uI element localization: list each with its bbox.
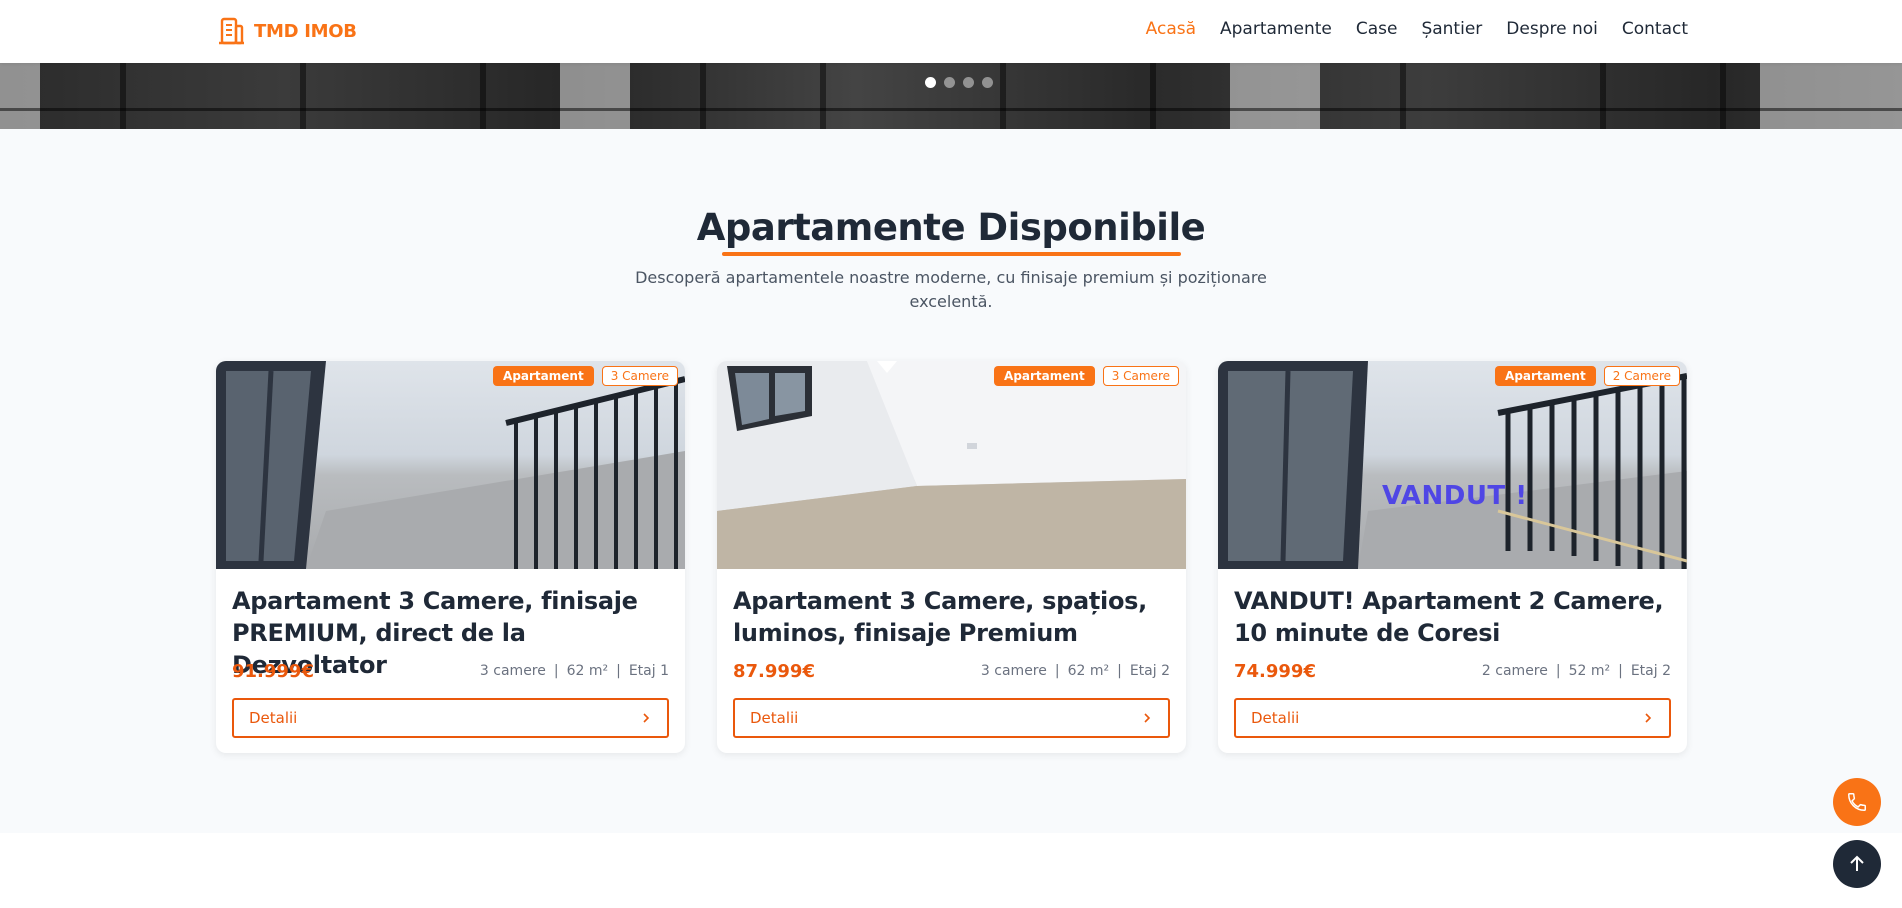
details-button[interactable]: Detalii (733, 698, 1170, 738)
nav-item-despre-noi[interactable]: Despre noi (1506, 19, 1598, 39)
spec-area: 62 m² (566, 663, 609, 679)
scroll-top-button[interactable] (1833, 840, 1881, 888)
brand-name: TMD IMOB (254, 20, 357, 42)
sold-overlay: VANDUT ! (1382, 481, 1528, 511)
apartment-photo: Apartament 3 Camere (216, 361, 685, 569)
room-illustration (717, 361, 1186, 569)
details-button-label: Detalii (1251, 709, 1300, 727)
details-button[interactable]: Detalii (1234, 698, 1671, 738)
section-title: Apartamente Disponibile (696, 206, 1206, 249)
title-underline (722, 252, 1181, 256)
apartment-photo: Apartament 3 Camere (717, 361, 1186, 569)
chevron-right-icon (643, 713, 650, 723)
phone-icon (1848, 793, 1866, 811)
card-price: 74.999€ (1234, 661, 1316, 682)
section-subtitle: Descoperă apartamentele noastre moderne,… (635, 268, 1267, 311)
rooms-badge: 3 Camere (1102, 366, 1179, 386)
balcony-illustration (216, 361, 685, 569)
nav-item-santier[interactable]: Șantier (1421, 19, 1482, 39)
slider-dot-2[interactable] (944, 77, 955, 88)
rooms-badge: 3 Camere (601, 366, 678, 386)
balcony-illustration (1218, 361, 1687, 569)
apartment-card[interactable]: VANDUT ! Apartament 2 Camere VANDUT! Apa… (1218, 361, 1687, 753)
type-badge: Apartament (994, 366, 1095, 386)
spec-rooms: 2 camere (1481, 663, 1548, 679)
slider-dot-3[interactable] (963, 77, 974, 88)
main-nav: Acasă Apartamente Case Șantier Despre no… (1146, 19, 1688, 39)
chevron-right-icon (1645, 713, 1652, 723)
call-button[interactable] (1833, 778, 1881, 826)
site-header: TMD IMOB Acasă Apartamente Case Șantier … (0, 0, 1902, 63)
rooms-badge: 2 Camere (1603, 366, 1680, 386)
slider-dots (925, 77, 993, 88)
spec-area: 52 m² (1568, 663, 1611, 679)
building-icon (219, 17, 244, 45)
apartment-card[interactable]: Apartament 3 Camere Apartament 3 Camere,… (216, 361, 685, 753)
spec-floor: Etaj 2 (1129, 663, 1170, 679)
hero-image (0, 63, 1902, 129)
card-specs: 3 camere | 62 m² | Etaj 1 (479, 663, 669, 679)
spec-rooms: 3 camere (980, 663, 1047, 679)
card-specs: 3 camere | 62 m² | Etaj 2 (980, 663, 1170, 679)
nav-item-acasa[interactable]: Acasă (1146, 19, 1196, 39)
apartment-photo: VANDUT ! Apartament 2 Camere (1218, 361, 1687, 569)
card-title[interactable]: VANDUT! Apartament 2 Camere, 10 minute d… (1234, 585, 1674, 649)
card-title[interactable]: Apartament 3 Camere, spațios, luminos, f… (733, 585, 1173, 649)
details-button-label: Detalii (750, 709, 799, 727)
card-price: 87.999€ (733, 661, 815, 682)
card-badges: Apartament 3 Camere (493, 366, 678, 386)
arrow-up-icon (1850, 855, 1864, 871)
spec-area: 62 m² (1067, 663, 1110, 679)
details-button-label: Detalii (249, 709, 298, 727)
card-badges: Apartament 3 Camere (994, 366, 1179, 386)
slider-dot-4[interactable] (982, 77, 993, 88)
nav-item-contact[interactable]: Contact (1622, 19, 1688, 39)
nav-item-apartamente[interactable]: Apartamente (1220, 19, 1332, 39)
spec-floor: Etaj 2 (1630, 663, 1671, 679)
spec-floor: Etaj 1 (628, 663, 669, 679)
apartment-card[interactable]: Apartament 3 Camere Apartament 3 Camere,… (717, 361, 1186, 753)
slider-dot-1[interactable] (925, 77, 936, 88)
brand-logo[interactable]: TMD IMOB (216, 16, 357, 46)
type-badge: Apartament (1495, 366, 1596, 386)
card-badges: Apartament 2 Camere (1495, 366, 1680, 386)
details-button[interactable]: Detalii (232, 698, 669, 738)
card-price: 91.999€ (232, 661, 314, 682)
type-badge: Apartament (493, 366, 594, 386)
card-specs: 2 camere | 52 m² | Etaj 2 (1481, 663, 1671, 679)
nav-item-case[interactable]: Case (1356, 19, 1398, 39)
hero-slider (0, 63, 1902, 129)
spec-rooms: 3 camere (479, 663, 546, 679)
chevron-right-icon (1144, 713, 1151, 723)
